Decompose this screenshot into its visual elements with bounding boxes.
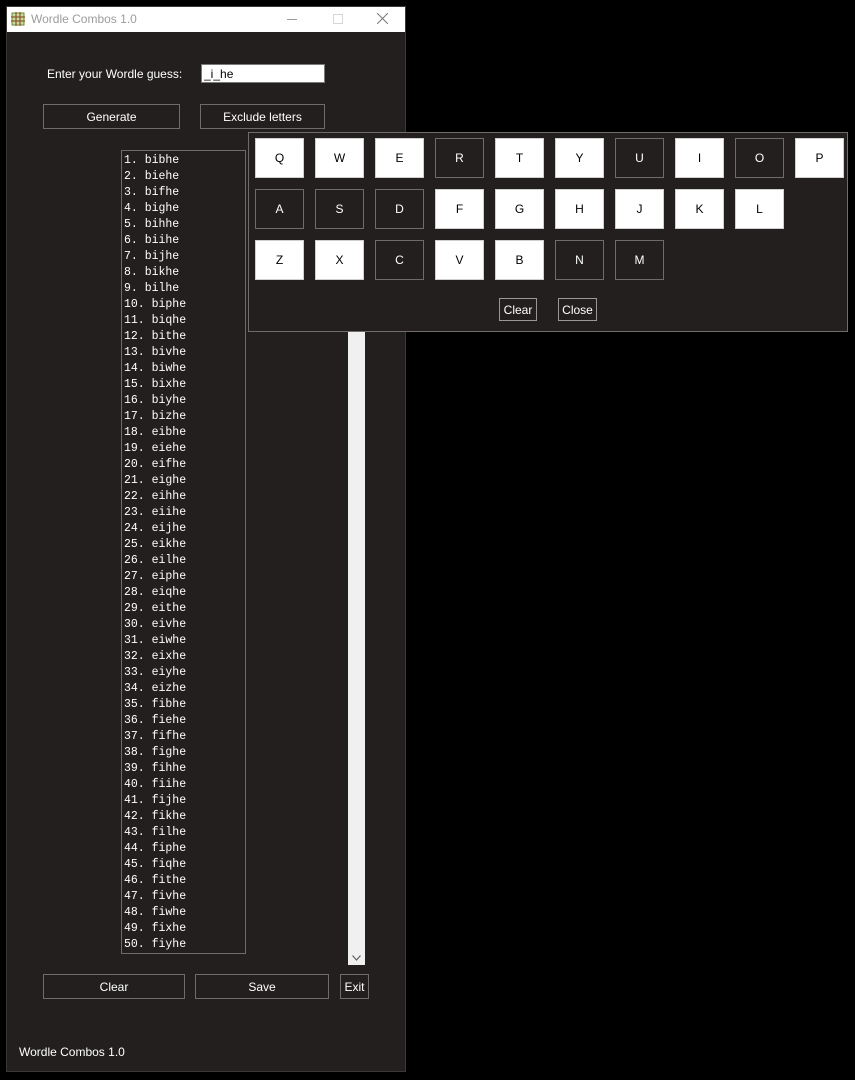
maximize-icon <box>333 13 343 27</box>
result-item: 33. eiyhe <box>124 666 187 679</box>
key-s[interactable]: S <box>315 189 364 229</box>
key-a[interactable]: A <box>255 189 304 229</box>
result-item: 7. bijhe <box>124 250 180 263</box>
key-f[interactable]: F <box>435 189 484 229</box>
result-item: 50. fiyhe <box>124 938 187 951</box>
result-item: 9. bilhe <box>124 282 180 295</box>
exclude-letters-popup: QWERTYUIOP ASDFGHJKL ZXCVBNM Clear Close <box>248 132 848 332</box>
minimize-icon <box>287 13 297 27</box>
result-item: 4. bighe <box>124 202 180 215</box>
key-c[interactable]: C <box>375 240 424 280</box>
result-item: 5. bihhe <box>124 218 180 231</box>
result-item: 30. eivhe <box>124 618 187 631</box>
keyboard-clear-button[interactable]: Clear <box>499 298 537 321</box>
key-r[interactable]: R <box>435 138 484 178</box>
result-item: 11. biqhe <box>124 314 187 327</box>
key-x[interactable]: X <box>315 240 364 280</box>
result-item: 2. biehe <box>124 170 180 183</box>
key-g[interactable]: G <box>495 189 544 229</box>
scroll-down-button[interactable] <box>348 948 365 965</box>
result-item: 28. eiqhe <box>124 586 187 599</box>
window-title: Wordle Combos 1.0 <box>31 12 137 26</box>
key-q[interactable]: Q <box>255 138 304 178</box>
title-bar[interactable]: Wordle Combos 1.0 <box>7 7 405 32</box>
exclude-letters-button[interactable]: Exclude letters <box>200 104 325 129</box>
footer-status: Wordle Combos 1.0 <box>19 1045 125 1059</box>
result-item: 19. eiehe <box>124 442 187 455</box>
result-item: 6. biihe <box>124 234 180 247</box>
key-p[interactable]: P <box>795 138 844 178</box>
close-icon <box>376 12 388 27</box>
result-item: 32. eixhe <box>124 650 187 663</box>
keyboard-close-button[interactable]: Close <box>558 298 597 321</box>
result-item: 1. bibhe <box>124 154 180 167</box>
key-k[interactable]: K <box>675 189 724 229</box>
result-item: 49. fixhe <box>124 922 187 935</box>
result-item: 18. eibhe <box>124 426 187 439</box>
result-item: 13. bivhe <box>124 346 187 359</box>
result-item: 16. biyhe <box>124 394 187 407</box>
result-item: 23. eiihe <box>124 506 187 519</box>
exit-button[interactable]: Exit <box>340 974 369 999</box>
result-item: 21. eighe <box>124 474 187 487</box>
result-item: 22. eihhe <box>124 490 187 503</box>
result-item: 38. fighe <box>124 746 187 759</box>
result-item: 47. fivhe <box>124 890 187 903</box>
key-w[interactable]: W <box>315 138 364 178</box>
result-item: 31. eiwhe <box>124 634 187 647</box>
result-item: 41. fijhe <box>124 794 187 807</box>
result-item: 46. fithe <box>124 874 187 887</box>
result-item: 14. biwhe <box>124 362 187 375</box>
key-h[interactable]: H <box>555 189 604 229</box>
app-icon <box>11 12 25 26</box>
key-o[interactable]: O <box>735 138 784 178</box>
result-item: 36. fiehe <box>124 714 187 727</box>
result-item: 15. bixhe <box>124 378 187 391</box>
generate-button[interactable]: Generate <box>43 104 180 129</box>
key-z[interactable]: Z <box>255 240 304 280</box>
result-item: 29. eithe <box>124 602 187 615</box>
scroll-down-arrow-icon <box>352 950 361 964</box>
result-item: 27. eiphe <box>124 570 187 583</box>
result-item: 24. eijhe <box>124 522 187 535</box>
key-y[interactable]: Y <box>555 138 604 178</box>
save-button[interactable]: Save <box>195 974 329 999</box>
clear-button[interactable]: Clear <box>43 974 185 999</box>
result-item: 20. eifhe <box>124 458 187 471</box>
minimize-button[interactable] <box>269 7 315 32</box>
key-e[interactable]: E <box>375 138 424 178</box>
result-item: 10. biphe <box>124 298 187 311</box>
result-item: 45. fiqhe <box>124 858 187 871</box>
result-item: 12. bithe <box>124 330 187 343</box>
result-item: 37. fifhe <box>124 730 187 743</box>
result-item: 40. fiihe <box>124 778 187 791</box>
result-item: 42. fikhe <box>124 810 187 823</box>
result-item: 17. bizhe <box>124 410 187 423</box>
key-b[interactable]: B <box>495 240 544 280</box>
guess-label: Enter your Wordle guess: <box>47 67 183 81</box>
result-item: 25. eikhe <box>124 538 187 551</box>
key-m[interactable]: M <box>615 240 664 280</box>
result-item: 34. eizhe <box>124 682 187 695</box>
guess-input[interactable] <box>201 64 325 83</box>
result-item: 8. bikhe <box>124 266 180 279</box>
key-i[interactable]: I <box>675 138 724 178</box>
key-v[interactable]: V <box>435 240 484 280</box>
maximize-button[interactable] <box>315 7 361 32</box>
key-t[interactable]: T <box>495 138 544 178</box>
key-n[interactable]: N <box>555 240 604 280</box>
result-item: 43. filhe <box>124 826 187 839</box>
result-item: 3. bifhe <box>124 186 180 199</box>
result-item: 26. eilhe <box>124 554 187 567</box>
result-item: 39. fihhe <box>124 762 187 775</box>
result-item: 35. fibhe <box>124 698 187 711</box>
key-j[interactable]: J <box>615 189 664 229</box>
results-list[interactable]: 1. bibhe 2. biehe 3. bifhe 4. bighe 5. bihhe… <box>121 150 246 954</box>
result-item: 48. fiwhe <box>124 906 187 919</box>
close-button[interactable] <box>359 7 405 32</box>
result-item: 44. fiphe <box>124 842 187 855</box>
key-l[interactable]: L <box>735 189 784 229</box>
key-d[interactable]: D <box>375 189 424 229</box>
key-u[interactable]: U <box>615 138 664 178</box>
